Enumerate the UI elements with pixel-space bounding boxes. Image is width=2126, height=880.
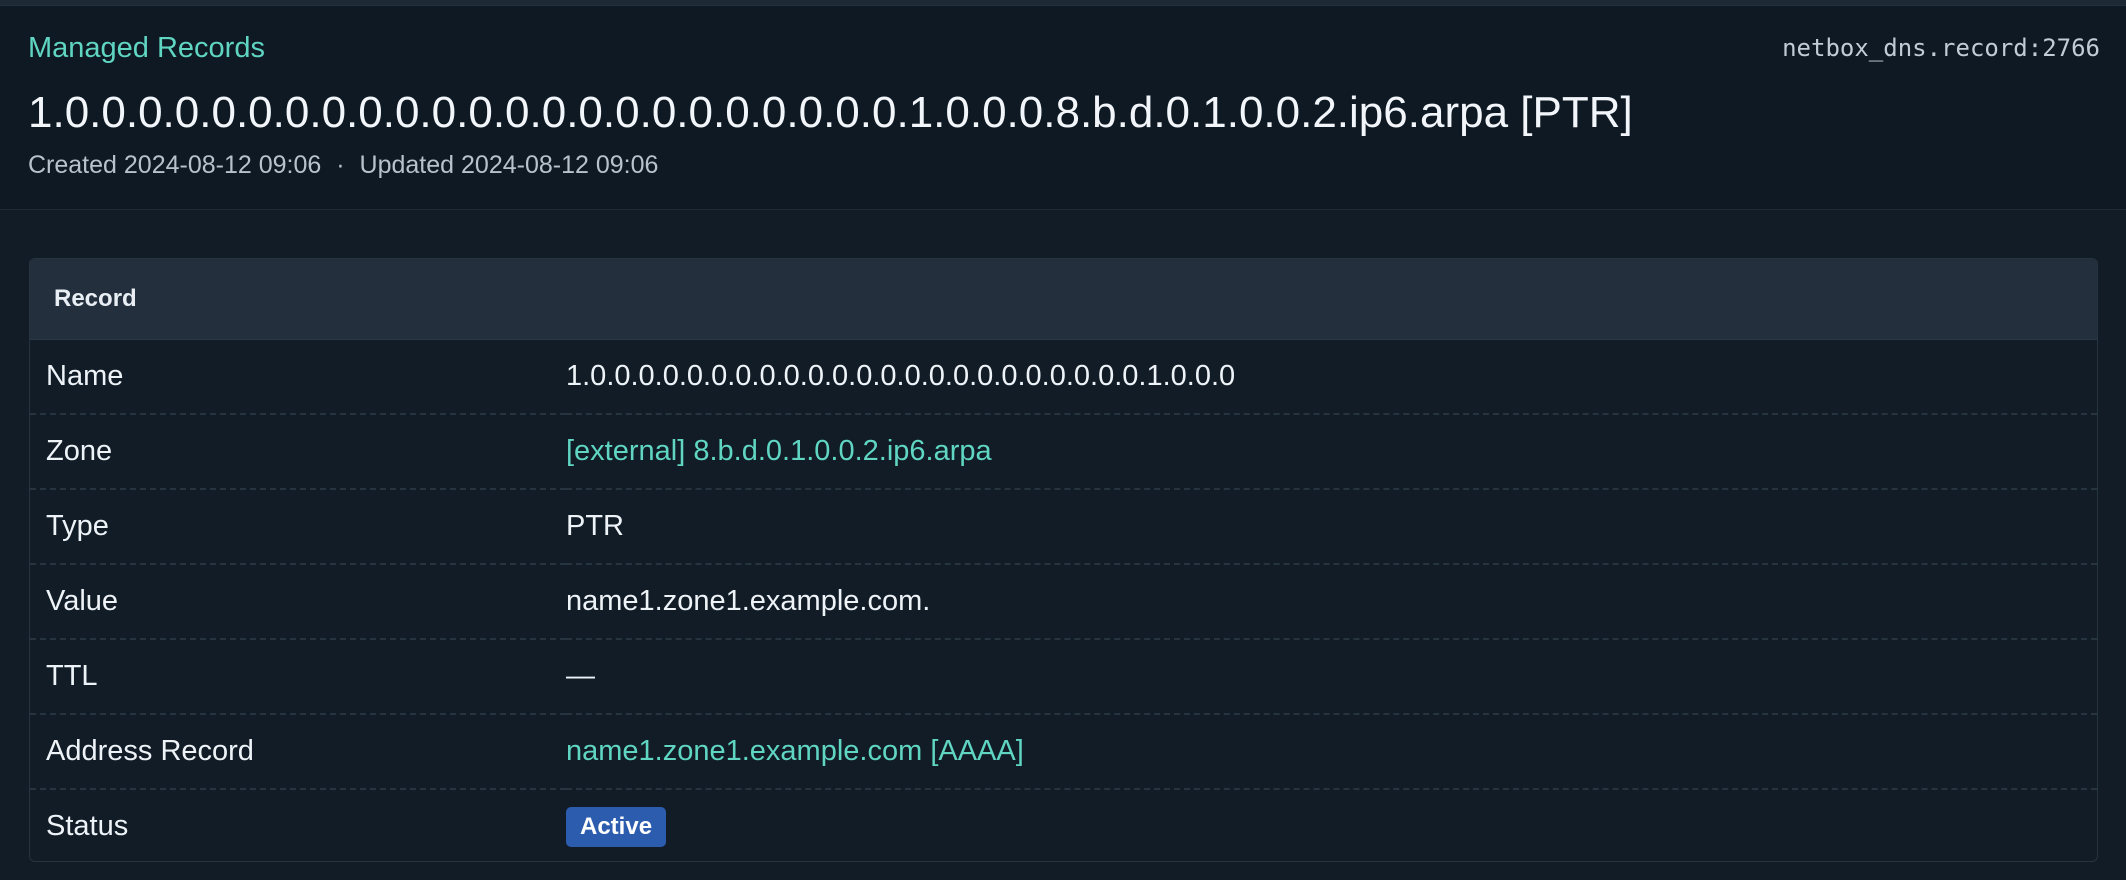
record-attributes-table: Name 1.0.0.0.0.0.0.0.0.0.0.0.0.0.0.0.0.0… bbox=[30, 340, 2097, 861]
value-label: Value bbox=[30, 564, 566, 640]
created-label: Created bbox=[28, 151, 117, 179]
row-value: Value name1.zone1.example.com. bbox=[30, 564, 2097, 640]
status-value-cell: Active bbox=[566, 789, 2097, 861]
address-record-label: Address Record bbox=[30, 714, 566, 790]
row-status: Status Active bbox=[30, 789, 2097, 861]
object-identifier: netbox_dns.record:2766 bbox=[1782, 34, 2100, 62]
record-card: Record Name 1.0.0.0.0.0.0.0.0.0.0.0.0.0.… bbox=[29, 258, 2098, 862]
page-header: Managed Records netbox_dns.record:2766 1… bbox=[0, 6, 2126, 210]
created-value: 2024-08-12 09:06 bbox=[123, 151, 322, 179]
breadcrumb-managed-records[interactable]: Managed Records bbox=[28, 32, 265, 65]
status-badge: Active bbox=[566, 806, 667, 847]
ttl-value: — bbox=[566, 639, 2097, 715]
row-address-record: Address Record name1.zone1.example.com [… bbox=[30, 714, 2097, 790]
updated-label: Updated bbox=[359, 151, 455, 179]
updated-value: 2024-08-12 09:06 bbox=[461, 151, 659, 179]
card-title: Record bbox=[30, 259, 2097, 340]
type-value: PTR bbox=[566, 489, 2097, 565]
zone-link[interactable]: [external] 8.b.d.0.1.0.0.2.ip6.arpa bbox=[566, 435, 992, 467]
name-label: Name bbox=[30, 340, 566, 415]
address-record-value-cell: name1.zone1.example.com [AAAA] bbox=[566, 714, 2097, 790]
type-label: Type bbox=[30, 489, 566, 565]
meta-separator: · bbox=[336, 151, 345, 179]
row-zone: Zone [external] 8.b.d.0.1.0.0.2.ip6.arpa bbox=[30, 414, 2097, 490]
name-value: 1.0.0.0.0.0.0.0.0.0.0.0.0.0.0.0.0.0.0.0.… bbox=[566, 340, 2097, 415]
main-content: Record Name 1.0.0.0.0.0.0.0.0.0.0.0.0.0.… bbox=[0, 210, 2126, 880]
zone-label: Zone bbox=[30, 414, 566, 490]
row-type: Type PTR bbox=[30, 489, 2097, 565]
timestamps: Created 2024-08-12 09:06 · Updated 2024-… bbox=[28, 151, 658, 180]
row-ttl: TTL — bbox=[30, 639, 2097, 715]
value-value: name1.zone1.example.com. bbox=[566, 564, 2097, 640]
status-label: Status bbox=[46, 810, 129, 842]
ttl-label: TTL bbox=[30, 639, 566, 715]
page-title: 1.0.0.0.0.0.0.0.0.0.0.0.0.0.0.0.0.0.0.0.… bbox=[28, 88, 1633, 137]
zone-value-cell: [external] 8.b.d.0.1.0.0.2.ip6.arpa bbox=[566, 414, 2097, 490]
row-name: Name 1.0.0.0.0.0.0.0.0.0.0.0.0.0.0.0.0.0… bbox=[30, 340, 2097, 415]
address-record-link[interactable]: name1.zone1.example.com [AAAA] bbox=[566, 735, 1024, 767]
